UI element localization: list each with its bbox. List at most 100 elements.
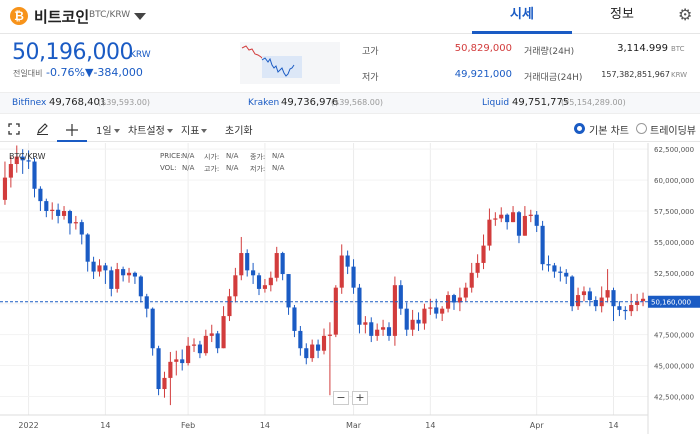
legend-low-value: N/A — [272, 164, 285, 172]
candle-body — [369, 322, 374, 336]
gear-icon[interactable]: ⚙ — [678, 5, 692, 24]
y-tick-label: 47,500,000 — [654, 332, 694, 340]
candle-body — [475, 262, 480, 273]
amount-unit: KRW — [671, 71, 688, 79]
candlestick-chart[interactable]: 62,500,000 60,000,000 57,500,000 55,000,000… — [0, 143, 700, 434]
exchange-price: 49,736,976 — [281, 97, 339, 108]
candle-body — [510, 212, 516, 223]
change-amount: ▼-384,000 — [85, 66, 143, 79]
y-tick-label: 62,500,000 — [654, 146, 694, 154]
candle-body — [333, 287, 338, 335]
candle-body — [528, 214, 533, 216]
bitcoin-icon: ₿ — [10, 7, 28, 25]
candle-body — [156, 348, 161, 390]
candle-body — [191, 344, 197, 346]
legend-vol-label: VOL: — [160, 164, 177, 172]
candle-body — [363, 322, 368, 325]
candle-body — [463, 287, 468, 298]
y-tick-label: 52,500,000 — [654, 270, 694, 278]
candle-body — [221, 316, 226, 349]
amount-label: 거래대금(24H) — [524, 73, 583, 83]
x-tick-label: 2022 — [18, 421, 38, 430]
candle-body — [109, 270, 114, 289]
candle-body — [8, 164, 13, 178]
candle-body — [640, 298, 646, 302]
candle-body — [268, 277, 273, 286]
reset-button[interactable]: 초기화 — [225, 122, 253, 137]
mini-chart — [240, 42, 340, 84]
candle-body — [256, 275, 262, 289]
candle-body — [416, 319, 421, 324]
candle-body — [316, 344, 321, 351]
candle-body — [61, 211, 67, 216]
legend-low-label: 저가: — [250, 165, 266, 173]
candle-body — [487, 219, 492, 246]
tradingview-radio[interactable] — [636, 123, 647, 134]
crosshair-tool[interactable] — [57, 120, 87, 142]
candle-body — [593, 300, 598, 307]
candle-body — [534, 214, 539, 226]
legend-pair: BTC/KRW — [9, 152, 46, 161]
candle-body — [38, 188, 43, 202]
candle-body — [97, 265, 102, 272]
indicators-button[interactable]: 지표 — [181, 122, 208, 137]
basic-chart-radio[interactable] — [574, 123, 585, 134]
coin-pair[interactable]: BTC/KRW — [89, 10, 130, 20]
indicators-label: 지표 — [181, 126, 200, 137]
price-chart[interactable]: 62,500,000 60,000,000 57,500,000 55,000,000… — [0, 143, 700, 434]
candle-body — [227, 296, 232, 317]
legend-price-value: N/A — [182, 152, 195, 160]
x-tick-label: 14 — [425, 421, 435, 430]
x-tick-label: Apr — [530, 421, 545, 430]
amount-value: 157,382,851,967 — [601, 70, 670, 79]
candle-body — [239, 253, 244, 276]
candle-body — [564, 272, 569, 277]
mini-chart-highlight — [262, 56, 302, 78]
candle-body — [552, 265, 557, 272]
chart-settings-button[interactable]: 차트설정 — [128, 122, 173, 137]
candle-body — [262, 285, 267, 289]
candle-body — [493, 218, 498, 220]
candle-body — [434, 307, 439, 314]
pencil-icon[interactable] — [36, 122, 49, 135]
legend-vol-value: N/A — [182, 164, 195, 172]
candle-body — [623, 309, 628, 312]
candle-body — [274, 253, 279, 278]
candle-body — [546, 264, 551, 266]
candle-body — [203, 335, 208, 354]
candle-body — [327, 334, 332, 336]
y-tick-label: 57,500,000 — [654, 208, 694, 216]
period-select[interactable]: 1일 — [96, 122, 120, 137]
candle-body — [410, 319, 415, 330]
candle-body — [386, 327, 392, 336]
tradingview-label[interactable]: 트레이딩뷰 — [650, 122, 696, 137]
change-label: 전일대비 — [13, 69, 43, 78]
candle-body — [310, 344, 315, 359]
x-tick-label: 14 — [260, 421, 270, 430]
legend-high-value: N/A — [226, 164, 239, 172]
candle-body — [168, 361, 173, 378]
tab-price[interactable]: 시세 — [472, 0, 572, 34]
candle-body — [304, 348, 309, 359]
low-value: 49,921,000 — [454, 69, 512, 80]
candle-body — [115, 269, 120, 289]
zoom-out-button[interactable]: − — [333, 391, 349, 405]
tab-info[interactable]: 정보 — [572, 0, 672, 34]
candle-body — [629, 304, 634, 312]
basic-chart-label[interactable]: 기본 차트 — [589, 122, 629, 137]
coin-name[interactable]: 비트코인 — [34, 6, 89, 27]
candle-body — [73, 222, 78, 224]
zoom-in-button[interactable]: + — [352, 391, 368, 405]
candle-body — [611, 290, 616, 307]
candle-body — [345, 255, 350, 267]
fullscreen-icon[interactable] — [8, 123, 20, 135]
candle-body — [233, 275, 238, 297]
chevron-down-icon[interactable] — [134, 13, 146, 20]
candle-body — [605, 290, 610, 298]
candle-body — [422, 308, 427, 324]
current-price: 50,196,000 — [12, 40, 133, 65]
legend-open-value: N/A — [226, 152, 239, 160]
candle-body — [292, 307, 297, 331]
x-tick-label: 14 — [100, 421, 110, 430]
candle-body — [103, 265, 108, 271]
